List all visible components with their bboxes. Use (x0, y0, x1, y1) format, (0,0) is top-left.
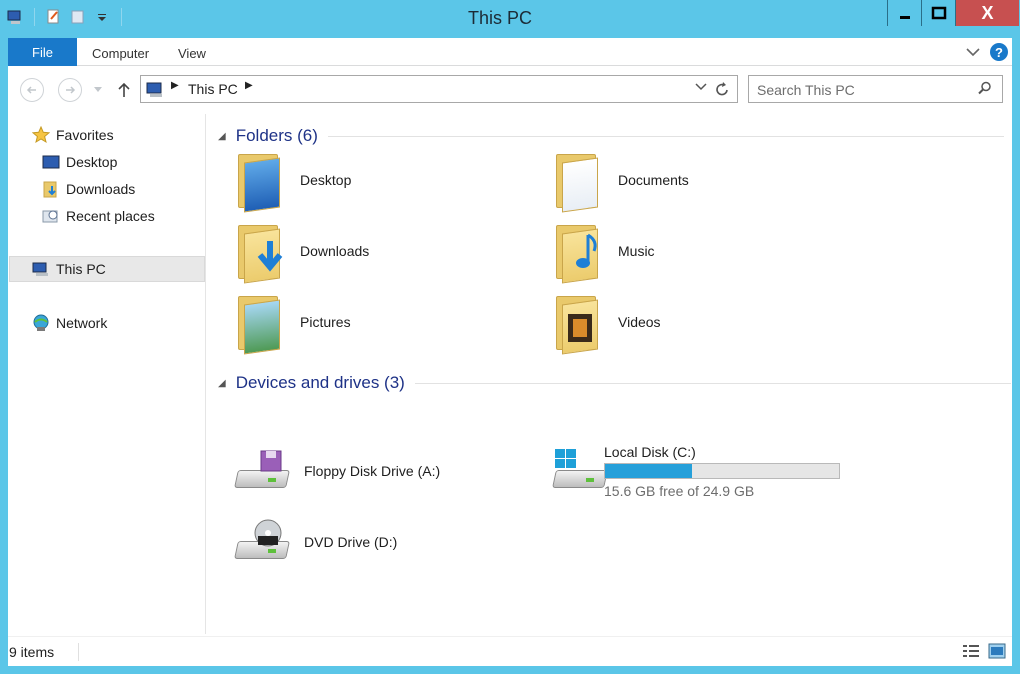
drive-label: DVD Drive (D:) (304, 534, 398, 550)
forward-button[interactable] (58, 78, 82, 102)
dvd-drive-icon (234, 519, 290, 565)
back-button[interactable] (20, 78, 44, 102)
folder-label: Documents (618, 172, 689, 188)
help-button[interactable]: ? (990, 43, 1008, 61)
breadcrumb-separator-icon[interactable]: ▶ (245, 80, 253, 91)
floppy-drive-icon (234, 448, 290, 494)
window-title: This PC (467, 8, 532, 28)
navigation-pane: Favorites Desktop Downloads Recent place… (8, 114, 206, 634)
pictures-folder-icon (236, 292, 286, 355)
recent-places-icon (42, 207, 60, 225)
folder-label: Pictures (300, 314, 351, 330)
folders-group-header[interactable]: ◢ Folders (6) (218, 126, 1004, 146)
star-icon (31, 125, 51, 144)
nav-item-label: Network (56, 315, 108, 331)
large-icons-view-icon[interactable] (988, 643, 1006, 659)
local-disk-icon (552, 448, 608, 494)
folder-tile-desktop[interactable]: Desktop (236, 150, 352, 213)
documents-folder-icon (554, 150, 604, 213)
nav-item-network[interactable]: Network (32, 310, 228, 336)
tab-file[interactable]: File (8, 38, 77, 66)
refresh-icon[interactable] (714, 81, 730, 99)
disk-free-text: 15.6 GB free of 24.9 GB (604, 483, 755, 499)
local-disk-info: Local Disk (C:) 15.6 GB free of 24.9 GB (604, 444, 840, 499)
title-bar[interactable]: This PC X (0, 0, 1020, 38)
status-divider (78, 643, 79, 661)
nav-item-label: Recent places (66, 208, 155, 224)
disk-usage-bar (604, 463, 840, 479)
folder-label: Desktop (300, 172, 352, 188)
details-view-icon[interactable] (962, 643, 980, 659)
forward-arrow-icon (66, 86, 76, 94)
search-input[interactable] (757, 80, 967, 100)
nav-item-favorites[interactable]: Favorites (31, 122, 228, 148)
folder-label: Videos (618, 314, 661, 330)
up-arrow-icon[interactable] (118, 82, 130, 98)
desktop-icon (42, 153, 60, 171)
explorer-frame: File Computer View ? ▶ This PC ▶ Search … (8, 38, 1012, 666)
tab-computer[interactable]: Computer (92, 46, 149, 61)
nav-item-label: Desktop (66, 154, 118, 170)
downloads-icon (42, 180, 60, 198)
nav-item-this-pc[interactable]: This PC (9, 256, 205, 282)
this-pc-icon (32, 260, 50, 278)
folder-tile-downloads[interactable]: Downloads (236, 221, 370, 284)
breadcrumb-separator-icon[interactable]: ▶ (171, 80, 179, 91)
ribbon-tabs: File Computer View ? (8, 38, 1012, 66)
folder-tile-pictures[interactable]: Pictures (236, 292, 351, 355)
nav-item-label: This PC (56, 261, 106, 277)
folder-tile-music[interactable]: Music (554, 221, 655, 284)
group-divider (327, 135, 1004, 137)
videos-folder-icon (554, 292, 604, 355)
item-count: 9 items (9, 644, 55, 660)
breadcrumb-this-pc[interactable]: This PC (188, 81, 238, 97)
drive-label: Floppy Disk Drive (A:) (304, 463, 441, 479)
drive-tile-local-disk[interactable] (552, 448, 608, 494)
address-row: ▶ This PC ▶ (8, 74, 1012, 104)
music-folder-icon (554, 221, 604, 284)
folder-tile-videos[interactable]: Videos (554, 292, 661, 355)
nav-item-label: Favorites (56, 127, 114, 143)
status-bar: 9 items (8, 636, 1012, 666)
address-bar[interactable]: ▶ This PC ▶ (140, 75, 738, 103)
view-switcher (962, 643, 1006, 659)
minimize-button[interactable] (887, 0, 921, 26)
folder-label: Downloads (300, 243, 370, 259)
nav-item-label: Downloads (66, 181, 136, 197)
search-icon[interactable] (978, 81, 992, 95)
collapse-chevron-icon[interactable]: ◢ (218, 378, 226, 389)
network-icon (32, 314, 50, 332)
minimize-icon (899, 16, 910, 19)
back-arrow-icon (26, 86, 36, 94)
restore-icon (931, 6, 946, 20)
disk-usage-fill (605, 464, 693, 478)
explorer-window: This PC X File Computer View ? ▶ This PC… (0, 0, 1020, 674)
downloads-folder-icon (236, 221, 286, 284)
drive-tile-floppy[interactable]: Floppy Disk Drive (A:) (234, 448, 440, 494)
tab-view[interactable]: View (178, 46, 206, 61)
content-pane: ◢ Folders (6) Desktop Documents Download… (206, 114, 1012, 634)
expand-ribbon-chevron-icon[interactable] (966, 47, 980, 57)
window-controls: X (887, 0, 1019, 26)
folder-label: Music (618, 243, 655, 259)
drive-label: Local Disk (C:) (604, 444, 696, 460)
ribbon-right-controls: ? (966, 43, 1008, 61)
desktop-folder-icon (236, 150, 286, 213)
maximize-button[interactable] (921, 0, 955, 26)
search-box[interactable] (748, 75, 1003, 103)
group-divider (414, 382, 1011, 384)
collapse-chevron-icon[interactable]: ◢ (218, 131, 226, 142)
devices-group-header[interactable]: ◢ Devices and drives (3) (218, 373, 1011, 393)
drive-tile-dvd[interactable]: DVD Drive (D:) (234, 519, 397, 565)
group-title: Folders (6) (235, 126, 318, 145)
address-dropdown-chevron-icon[interactable] (695, 83, 707, 91)
recent-locations-chevron-icon[interactable] (94, 87, 102, 93)
group-title: Devices and drives (3) (235, 373, 405, 392)
this-pc-icon (146, 82, 162, 97)
close-button[interactable]: X (955, 0, 1019, 26)
folder-tile-documents[interactable]: Documents (554, 150, 689, 213)
